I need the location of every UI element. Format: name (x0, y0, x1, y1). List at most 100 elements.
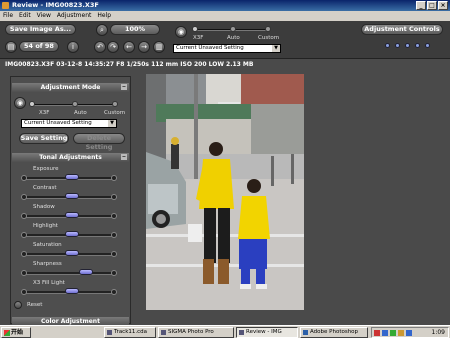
slider-track[interactable] (25, 272, 113, 275)
menu-help[interactable]: Help (97, 11, 111, 21)
windows-logo-icon (4, 330, 10, 336)
tonal-adjustments-header: Tonal Adjustments − (12, 153, 129, 162)
mode-slider-knob-auto[interactable] (230, 26, 236, 32)
task-photoshop[interactable]: Adobe Photoshop (300, 327, 368, 338)
adjustment-slider[interactable] (21, 248, 119, 262)
preview-image[interactable] (146, 74, 304, 310)
menu-file[interactable]: File (3, 11, 13, 21)
next-icon[interactable]: → (138, 41, 150, 53)
slider-max-icon[interactable] (111, 251, 117, 257)
save-image-button[interactable]: Save Image As... (5, 24, 76, 35)
adjustment-slider[interactable] (21, 172, 119, 186)
close-button[interactable]: × (438, 1, 448, 10)
menu-view[interactable]: View (37, 11, 51, 21)
start-button[interactable]: 开始 (1, 327, 31, 338)
mode-slider-knob-x3f[interactable] (192, 26, 198, 32)
tray-icon-1[interactable] (374, 330, 380, 336)
mode-settings-icon[interactable]: ◉ (175, 26, 187, 38)
panel-mode-label-x3f: X3F (39, 110, 50, 116)
cd-icon (107, 330, 112, 335)
clock: 1:09 (431, 329, 445, 336)
panel-dot-2[interactable] (395, 43, 400, 48)
title-bar: Review - IMG00823.X3F _ □ × (0, 0, 450, 11)
panel-dot-5[interactable] (425, 43, 430, 48)
slider-max-icon[interactable] (111, 194, 117, 200)
adjustment-mode-title: Adjustment Mode (40, 84, 101, 91)
rotate-right-icon[interactable]: ↷ (107, 41, 119, 53)
system-tray: 1:09 (371, 327, 449, 338)
chevron-down-icon[interactable]: ▼ (272, 45, 280, 52)
taskbar: 开始 Track11.cda SIGMA Photo Pro Review - … (0, 325, 450, 338)
app-icon (2, 2, 9, 9)
maximize-button[interactable]: □ (427, 1, 437, 10)
save-setting-button[interactable]: Save Setting (19, 133, 69, 144)
slider-knob[interactable] (65, 174, 79, 180)
slider-knob[interactable] (65, 288, 79, 294)
reset-label[interactable]: Reset (27, 302, 42, 308)
panel-setting-select[interactable]: Current Unsaved Setting ▼ (21, 119, 117, 128)
panel-dot-3[interactable] (405, 43, 410, 48)
delete-setting-button[interactable]: Delete Setting (73, 133, 125, 151)
slider-max-icon[interactable] (111, 289, 117, 295)
trash-icon[interactable]: ▥ (153, 41, 165, 53)
setting-select[interactable]: Current Unsaved Setting ▼ (173, 44, 281, 53)
task-sigma-photo-pro[interactable]: SIGMA Photo Pro (158, 327, 234, 338)
slider-min-icon[interactable] (21, 289, 27, 295)
start-label: 开始 (11, 329, 24, 336)
panel-dot-4[interactable] (415, 43, 420, 48)
panel-mode-knob-auto[interactable] (72, 101, 78, 107)
menu-edit[interactable]: Edit (19, 11, 31, 21)
task-track11[interactable]: Track11.cda (104, 327, 156, 338)
panel-mode-knob-custom[interactable] (112, 101, 118, 107)
tray-icon-4[interactable] (398, 330, 404, 336)
panel-dot-1[interactable] (385, 43, 390, 48)
slider-min-icon[interactable] (21, 232, 27, 238)
image-info-bar: IMG00823.X3F 03-12-8 14:35:27 F8 1/250s … (0, 60, 450, 70)
slider-knob[interactable] (65, 250, 79, 256)
adjustment-slider[interactable] (21, 229, 119, 243)
adjustment-slider[interactable] (21, 267, 119, 281)
adjustment-slider[interactable] (21, 210, 119, 224)
slider-knob[interactable] (65, 212, 79, 218)
slider-knob[interactable] (65, 231, 79, 237)
slider-max-icon[interactable] (111, 232, 117, 238)
minimize-button[interactable]: _ (416, 1, 426, 10)
adjustment-slider[interactable] (21, 191, 119, 205)
slider-max-icon[interactable] (111, 213, 117, 219)
mode-icon[interactable]: ◉ (14, 97, 26, 109)
slider-knob[interactable] (65, 193, 79, 199)
panel-mode-knob-x3f[interactable] (29, 101, 35, 107)
tray-icon-3[interactable] (390, 330, 396, 336)
slider-min-icon[interactable] (21, 251, 27, 257)
reset-icon[interactable] (14, 301, 22, 309)
image-prev-icon[interactable]: ▤ (5, 41, 17, 53)
chevron-down-icon[interactable]: ▼ (108, 120, 116, 127)
slider-min-icon[interactable] (21, 194, 27, 200)
slider-min-icon[interactable] (21, 175, 27, 181)
mode-slider-knob-custom[interactable] (265, 26, 271, 32)
rotate-left-icon[interactable]: ↶ (94, 41, 106, 53)
slider-min-icon[interactable] (21, 270, 27, 276)
panel-setting-value: Current Unsaved Setting (24, 120, 92, 126)
adjustment-slider[interactable] (21, 286, 119, 300)
tray-icon-2[interactable] (382, 330, 388, 336)
slider-knob[interactable] (78, 269, 93, 275)
zoom-icon[interactable]: ⌕ (96, 24, 108, 36)
info-icon[interactable]: i (67, 41, 79, 53)
slider-max-icon[interactable] (111, 270, 117, 276)
task-review[interactable]: Review - IMG (236, 327, 298, 338)
task-label: Review - IMG (246, 329, 282, 335)
slider-max-icon[interactable] (111, 175, 117, 181)
previous-icon[interactable]: ← (123, 41, 135, 53)
page-counter[interactable]: 54 of 98 (19, 41, 59, 52)
mode-label-x3f: X3F (193, 35, 204, 41)
window-title: Review - IMG00823.X3F (12, 1, 99, 9)
collapse-icon[interactable]: − (121, 84, 127, 90)
zoom-level[interactable]: 100% (110, 24, 160, 35)
adjustment-controls-button[interactable]: Adjustment Controls (361, 24, 443, 35)
color-adjustment-title: Color Adjustment (41, 318, 100, 325)
tray-icon-5[interactable] (406, 330, 412, 336)
collapse-icon[interactable]: − (121, 154, 127, 160)
menu-adjustment[interactable]: Adjustment (57, 11, 91, 21)
slider-min-icon[interactable] (21, 213, 27, 219)
